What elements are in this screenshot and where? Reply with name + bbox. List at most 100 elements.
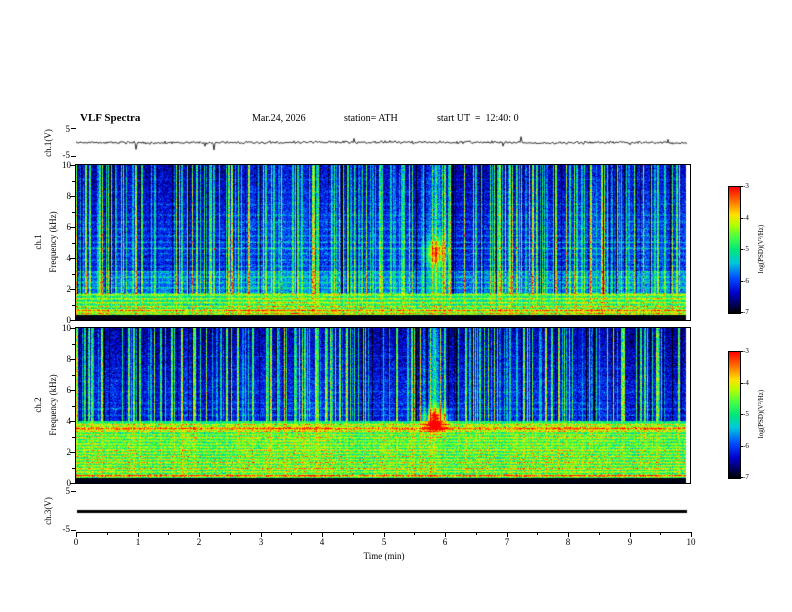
y-tick-label: 10 [62,160,71,170]
y-minor-tick-mark [72,437,75,438]
x-minor-tick-mark [537,532,538,535]
x-minor-tick-mark [230,532,231,535]
y-tick-label: 4 [66,416,72,426]
x-minor-tick-mark [476,532,477,535]
x-minor-tick-mark [599,532,600,535]
colorbar-tick-label: -5 [743,410,749,418]
y-tick-label: 6 [66,385,72,395]
y-tick-mark [70,289,75,290]
date-label: Mar.24, 2026 [252,113,306,124]
y-tick-mark [70,483,75,484]
colorbar-tick-mark [740,414,743,415]
y-tick-mark [71,491,76,492]
colorbar-tick-label: -3 [743,347,749,355]
y-tick-label: 2 [66,447,72,457]
vlf-spectra-figure: VLF Spectra Mar.24, 2026 station= ATH st… [0,0,792,612]
y-tick-mark [70,196,75,197]
ch1-waveform-canvas [76,127,690,158]
y-tick-label: 6 [66,222,72,232]
x-tick-label: 9 [627,537,633,547]
colorbar-tick-label: -4 [743,379,749,387]
y-minor-tick-mark [72,243,75,244]
colorbar-tick-label: -4 [743,214,749,222]
spec1-frequency-axis-label: Frequency (kHz) [48,211,58,273]
ch1-wave-ymax-label: 5 [65,124,71,134]
colorbar-tick-mark [740,477,743,478]
ch1-colorbar-gradient [729,187,740,313]
x-tick-label: 5 [381,537,387,547]
x-axis-title: Time (min) [363,551,405,561]
colorbar-tick-label: -3 [743,182,749,190]
x-minor-tick-mark [353,532,354,535]
x-tick-label: 8 [565,537,571,547]
y-tick-mark [70,320,75,321]
ch3-voltage-axis-label: ch.3(V) [43,497,53,525]
station-label: station= ATH [344,113,398,124]
y-minor-tick-mark [72,468,75,469]
y-tick-label: 10 [62,323,71,333]
ch1-wave-ymin-label: -5 [62,150,71,160]
colorbar-tick-label: -7 [743,473,749,481]
y-minor-tick-mark [72,406,75,407]
y-tick-mark [70,258,75,259]
y-tick-mark [70,227,75,228]
y-tick-mark [70,452,75,453]
colorbar-tick-mark [740,312,743,313]
y-minor-tick-mark [72,274,75,275]
x-minor-tick-mark [291,532,292,535]
colorbar-tick-mark [740,218,743,219]
colorbar-tick-mark [740,351,743,352]
ch2-colorbar-label: log(PSD)(V²/Hz) [757,389,765,439]
ch2-spectrogram-canvas [75,327,691,484]
x-tick-label: 6 [442,537,448,547]
y-tick-mark [71,156,76,157]
y-tick-label: 4 [66,253,72,263]
colorbar-tick-mark [740,446,743,447]
colorbar-tick-label: -6 [743,277,749,285]
y-minor-tick-mark [72,375,75,376]
spec2-frequency-axis-label: Frequency (kHz) [48,374,58,436]
ch1-colorbar [728,186,741,314]
colorbar-tick-mark [740,383,743,384]
y-tick-mark [70,359,75,360]
ch3-waveform-canvas [76,490,690,532]
colorbar-tick-mark [740,281,743,282]
y-tick-mark [70,390,75,391]
y-minor-tick-mark [72,305,75,306]
colorbar-tick-label: -6 [743,442,749,450]
x-minor-tick-mark [414,532,415,535]
start-time-label: start UT = 12:40: 0 [437,113,519,124]
x-minor-tick-mark [107,532,108,535]
x-tick-label: 1 [135,537,141,547]
colorbar-tick-mark [740,249,743,250]
y-tick-mark [70,328,75,329]
y-tick-label: 0 [66,478,72,488]
ch1-colorbar-label: log(PSD)(V²/Hz) [757,224,765,274]
y-minor-tick-mark [72,181,75,182]
colorbar-tick-mark [740,186,743,187]
x-tick-label: 2 [196,537,202,547]
y-tick-label: 8 [66,354,72,364]
y-minor-tick-mark [72,344,75,345]
x-tick-label: 7 [504,537,510,547]
y-tick-label: 8 [66,191,72,201]
ch1-spectrogram-canvas [75,164,691,321]
x-tick-label: 10 [686,537,696,547]
spec1-channel-label: ch.1 [33,234,43,250]
y-tick-mark [71,128,76,129]
spec2-channel-label: ch.2 [33,397,43,413]
y-tick-mark [70,165,75,166]
y-tick-label: 2 [66,284,72,294]
ch2-colorbar-gradient [729,352,740,478]
x-tick-label: 3 [258,537,264,547]
x-tick-label: 0 [73,537,79,547]
ch2-colorbar [728,351,741,479]
y-tick-mark [70,421,75,422]
y-minor-tick-mark [72,212,75,213]
x-tick-label: 4 [319,537,325,547]
x-minor-tick-mark [660,532,661,535]
x-minor-tick-mark [168,532,169,535]
y-tick-mark [71,530,76,531]
colorbar-tick-label: -5 [743,245,749,253]
colorbar-tick-label: -7 [743,308,749,316]
